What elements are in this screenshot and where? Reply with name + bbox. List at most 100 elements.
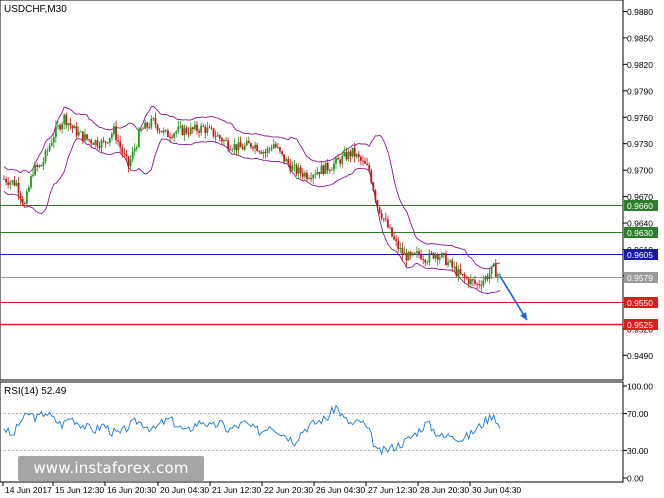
candle-body <box>316 171 319 175</box>
time-tick-label: 30 Jun 04:30 <box>472 485 521 495</box>
candle-body <box>34 164 37 175</box>
candle-body <box>212 128 215 137</box>
candle-body <box>156 124 159 131</box>
candle-body <box>150 118 153 128</box>
candle-body <box>407 252 410 261</box>
price-tick-label: 0.9760 <box>627 113 653 123</box>
price-tick-label: 0.9850 <box>627 33 653 43</box>
candle-body <box>256 144 259 151</box>
candle-body <box>28 187 30 192</box>
candle-body <box>173 133 176 138</box>
candle-body <box>102 140 105 142</box>
candle-body <box>453 266 456 268</box>
rsi-axis: 100.00 70.00 30.00 0.00 <box>623 382 653 484</box>
candle-body <box>335 158 337 164</box>
candle-body <box>52 137 55 143</box>
candle-body <box>434 254 437 259</box>
candle-body <box>206 127 209 133</box>
candle-body <box>418 251 420 255</box>
candle-body <box>476 283 478 285</box>
candle-body <box>303 172 306 177</box>
candle-body <box>113 126 115 134</box>
candle-body <box>353 147 356 157</box>
candle-body <box>252 147 254 149</box>
candle-body <box>366 163 369 165</box>
candle-body <box>250 143 252 148</box>
candle-body <box>42 161 45 167</box>
candle-body <box>413 252 416 254</box>
candle-body <box>376 200 379 208</box>
candle-body <box>291 165 294 171</box>
candle-body <box>262 151 265 154</box>
candle-body <box>84 134 86 141</box>
candle-body <box>135 146 138 149</box>
candle-body <box>44 150 47 162</box>
candle-body <box>208 127 211 129</box>
time-tick-label: 27 Jun 12:30 <box>368 485 417 495</box>
candle-body <box>314 174 317 176</box>
candle-body <box>324 162 327 174</box>
candle-body <box>474 280 476 284</box>
candle-body <box>231 149 234 151</box>
candle-body <box>90 139 93 144</box>
candle-body <box>443 253 445 254</box>
candle-body <box>185 128 188 133</box>
candle-body <box>94 140 97 145</box>
candle-body <box>295 165 298 174</box>
candle-body <box>194 124 196 130</box>
price-tick-label: 0.9490 <box>627 351 653 361</box>
candle-body <box>409 252 412 256</box>
candle-body <box>227 140 229 150</box>
candle-body <box>69 123 72 126</box>
candle-body <box>81 131 84 141</box>
rsi-tick-label: 100.00 <box>627 382 653 392</box>
candle-body <box>364 160 366 164</box>
candle-body <box>449 260 452 262</box>
candle-body <box>104 141 107 143</box>
candle-body <box>308 178 310 179</box>
candle-body <box>283 154 286 162</box>
candle-body <box>496 274 499 277</box>
candle-body <box>432 252 435 259</box>
price-pane-border <box>0 0 624 381</box>
candle-body <box>281 151 283 155</box>
candle-body <box>287 158 290 164</box>
candle-body <box>472 279 474 281</box>
candle-body <box>40 165 43 167</box>
candle-body <box>164 130 167 131</box>
candle-body <box>225 140 227 141</box>
candle-body <box>362 160 364 162</box>
time-tick-label: 26 Jun 04:30 <box>316 485 365 495</box>
candle-body <box>277 147 279 148</box>
candle-body <box>264 151 267 153</box>
candle-body <box>38 165 41 167</box>
candle-body <box>88 139 90 141</box>
time-axis: 14 Jun 2017 15 Jun 12:30 16 Jun 20:30 20 Ju… <box>2 482 521 495</box>
candle-body <box>258 150 261 152</box>
price-tick-label: 0.9790 <box>627 86 653 96</box>
candle-body <box>100 140 103 148</box>
candle-body <box>445 253 447 266</box>
candle-body <box>187 132 190 135</box>
candle-body <box>403 252 406 256</box>
candle-body <box>357 154 360 157</box>
level-label: 0.9660 <box>627 201 653 211</box>
candle-body <box>266 148 269 153</box>
candle-body <box>154 118 157 125</box>
candle-body <box>123 153 126 155</box>
price-pane[interactable]: USDCHF,M30 0.9880 0.9850 0.9820 0.9790 0.976… <box>0 0 658 381</box>
candle-body <box>382 218 385 220</box>
price-tick-label: 0.9730 <box>627 139 653 149</box>
candle-body <box>455 266 458 276</box>
candle-body <box>223 140 225 142</box>
candle-body <box>229 149 232 150</box>
rsi-title: RSI(14) 52.49 <box>4 386 67 397</box>
level-label: 0.9605 <box>627 250 653 260</box>
candle-body <box>121 147 124 154</box>
candle-body <box>75 126 78 136</box>
candle-body <box>245 141 248 146</box>
candle-body <box>148 127 151 129</box>
candle-body <box>397 240 400 249</box>
candle-body <box>218 135 221 139</box>
candle-body <box>426 262 429 264</box>
